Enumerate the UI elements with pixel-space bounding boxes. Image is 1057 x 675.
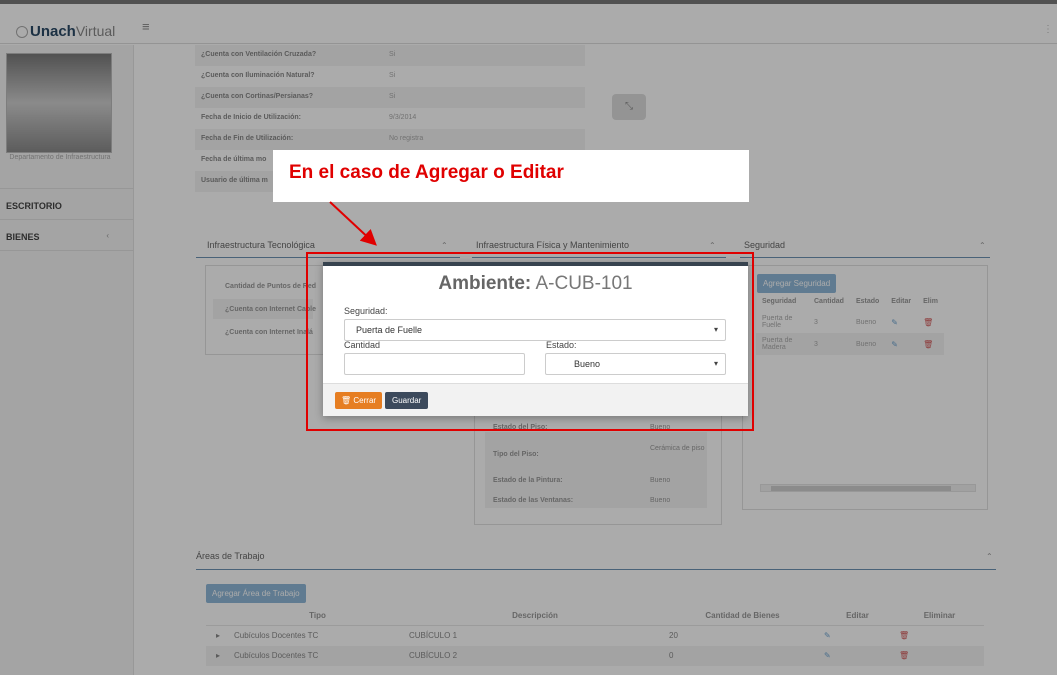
annotation-callout: En el caso de Agregar o Editar bbox=[273, 150, 749, 202]
annotation-text: En el caso de Agregar o Editar bbox=[289, 162, 564, 183]
annotation-highlight-box bbox=[306, 252, 754, 431]
